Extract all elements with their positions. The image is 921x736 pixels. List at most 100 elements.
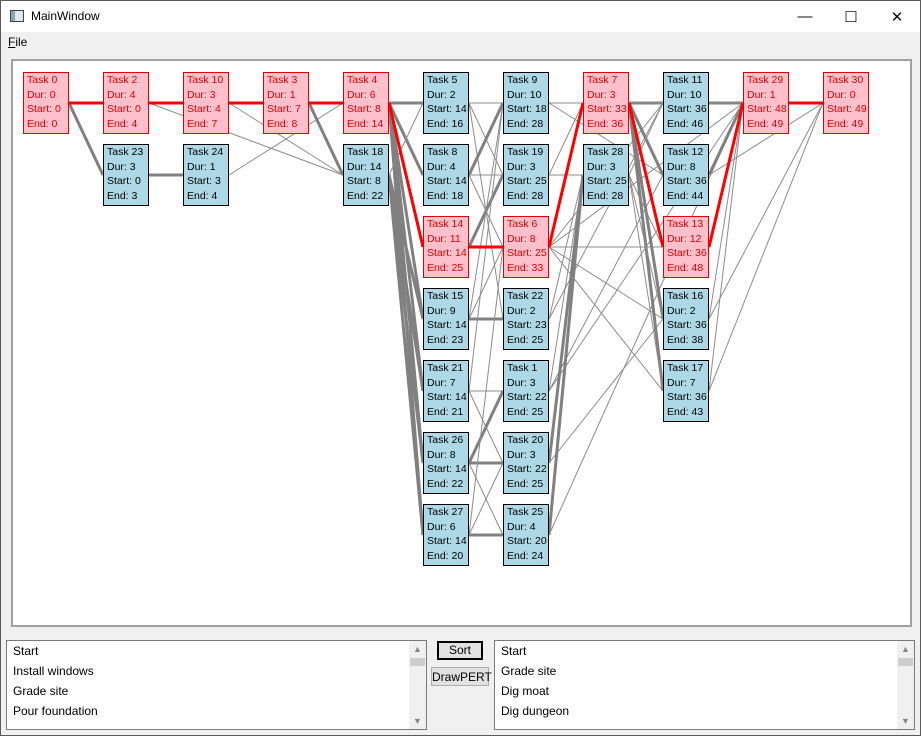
task-label: Task 4 xyxy=(347,74,378,86)
task-start: Start: 14 xyxy=(427,319,467,331)
task-node: Task 26 Dur: 8 Start: 14 End: 22 xyxy=(423,432,469,494)
task-label: Task 26 xyxy=(427,434,464,446)
task-node: Task 16 Dur: 2 Start: 36 End: 38 xyxy=(663,288,709,350)
close-button[interactable]: ✕ xyxy=(874,1,920,32)
task-dur: Dur: 3 xyxy=(587,160,616,173)
task-node: Task 25 Dur: 4 Start: 20 End: 24 xyxy=(503,504,549,566)
task-node: Task 17 Dur: 7 Start: 36 End: 43 xyxy=(663,360,709,422)
task-start: Start: 14 xyxy=(427,463,467,475)
task-dur: Dur: 3 xyxy=(587,88,616,101)
task-start: Start: 8 xyxy=(347,103,381,115)
list-item[interactable]: Dig dungeon xyxy=(495,701,914,721)
task-end: End: 25 xyxy=(427,261,464,274)
scroll-thumb[interactable] xyxy=(410,658,425,666)
task-label: Task 2 xyxy=(107,74,138,86)
sort-button[interactable]: Sort xyxy=(437,641,483,660)
list-item[interactable]: Grade site xyxy=(495,661,914,681)
task-start: Start: 36 xyxy=(667,175,707,187)
task-label: Task 8 xyxy=(427,146,458,158)
task-start: Start: 14 xyxy=(427,103,467,115)
task-node: Task 19 Dur: 3 Start: 25 End: 28 xyxy=(503,144,549,206)
task-label: Task 12 xyxy=(667,146,704,158)
task-label: Task 28 xyxy=(587,146,624,158)
task-start: Start: 25 xyxy=(507,247,547,259)
task-label: Task 10 xyxy=(187,74,224,86)
task-label: Task 17 xyxy=(667,362,704,374)
scroll-up-icon[interactable]: ▲ xyxy=(901,644,910,654)
unsorted-task-list[interactable]: Start Install windows Grade site Pour fo… xyxy=(6,640,427,730)
task-start: Start: 23 xyxy=(507,319,547,331)
title-bar[interactable]: MainWindow — ☐ ✕ xyxy=(1,1,920,32)
task-dur: Dur: 8 xyxy=(427,448,456,461)
menu-bar: File xyxy=(1,32,920,51)
task-start: Start: 0 xyxy=(107,103,141,115)
task-end: End: 33 xyxy=(507,261,544,274)
draw-pert-button[interactable]: DrawPERT xyxy=(431,667,492,686)
sorted-task-list[interactable]: Start Grade site Dig moat Dig dungeon ▲ … xyxy=(494,640,915,730)
task-node: Task 4 Dur: 6 Start: 8 End: 14 xyxy=(343,72,389,134)
scroll-down-icon[interactable]: ▼ xyxy=(901,716,910,726)
task-node: Task 11 Dur: 10 Start: 36 End: 46 xyxy=(663,72,709,134)
task-end: End: 14 xyxy=(347,117,384,130)
task-dur: Dur: 3 xyxy=(187,88,216,101)
task-dur: Dur: 2 xyxy=(507,304,536,317)
task-dur: Dur: 3 xyxy=(107,160,136,173)
task-end: End: 4 xyxy=(107,117,138,130)
task-end: End: 25 xyxy=(507,405,544,418)
task-dur: Dur: 4 xyxy=(427,160,456,173)
list-item[interactable]: Install windows xyxy=(7,661,426,681)
scroll-up-icon[interactable]: ▲ xyxy=(413,644,422,654)
task-node: Task 12 Dur: 8 Start: 36 End: 44 xyxy=(663,144,709,206)
task-node: Task 0 Dur: 0 Start: 0 End: 0 xyxy=(23,72,69,134)
task-dur: Dur: 6 xyxy=(347,88,376,101)
app-window-icon xyxy=(10,10,24,22)
maximize-button[interactable]: ☐ xyxy=(828,1,874,32)
minimize-button[interactable]: — xyxy=(782,1,828,32)
task-start: Start: 25 xyxy=(587,175,627,187)
task-node: Task 10 Dur: 3 Start: 4 End: 7 xyxy=(183,72,229,134)
task-label: Task 19 xyxy=(507,146,544,158)
task-start: Start: 18 xyxy=(507,103,547,115)
task-end: End: 20 xyxy=(427,549,464,562)
task-end: End: 22 xyxy=(347,189,384,202)
task-start: Start: 36 xyxy=(667,319,707,331)
task-node: Task 5 Dur: 2 Start: 14 End: 16 xyxy=(423,72,469,134)
task-dur: Dur: 7 xyxy=(427,376,456,389)
task-start: Start: 14 xyxy=(427,247,467,259)
list-item[interactable]: Start xyxy=(7,641,426,661)
task-label: Task 24 xyxy=(187,146,224,158)
task-end: End: 18 xyxy=(427,189,464,202)
scroll-thumb[interactable] xyxy=(898,658,913,666)
vertical-scrollbar[interactable]: ▲ ▼ xyxy=(409,641,426,729)
task-start: Start: 0 xyxy=(27,103,61,115)
task-end: End: 24 xyxy=(507,549,544,562)
task-end: End: 4 xyxy=(187,189,218,202)
vertical-scrollbar[interactable]: ▲ ▼ xyxy=(897,641,914,729)
task-node: Task 28 Dur: 3 Start: 25 End: 28 xyxy=(583,144,629,206)
task-end: End: 7 xyxy=(187,117,218,130)
task-dur: Dur: 10 xyxy=(667,88,702,101)
task-start: Start: 48 xyxy=(747,103,787,115)
task-start: Start: 25 xyxy=(507,175,547,187)
task-dur: Dur: 3 xyxy=(507,160,536,173)
list-item[interactable]: Start xyxy=(495,641,914,661)
task-label: Task 20 xyxy=(507,434,544,446)
task-node: Task 21 Dur: 7 Start: 14 End: 21 xyxy=(423,360,469,422)
list-item[interactable]: Grade site xyxy=(7,681,426,701)
task-end: End: 0 xyxy=(27,117,58,130)
task-start: Start: 36 xyxy=(667,103,707,115)
list-item[interactable]: Dig moat xyxy=(495,681,914,701)
task-start: Start: 20 xyxy=(507,535,547,547)
task-node: Task 14 Dur: 11 Start: 14 End: 25 xyxy=(423,216,469,278)
task-end: End: 3 xyxy=(107,189,138,202)
window-title: MainWindow xyxy=(31,9,100,23)
list-item[interactable]: Pour foundation xyxy=(7,701,426,721)
task-end: End: 49 xyxy=(827,117,864,130)
scroll-down-icon[interactable]: ▼ xyxy=(413,716,422,726)
menu-file[interactable]: File xyxy=(8,35,27,49)
task-end: End: 25 xyxy=(507,333,544,346)
task-end: End: 28 xyxy=(587,189,624,202)
task-label: Task 29 xyxy=(747,74,784,86)
task-start: Start: 49 xyxy=(827,103,867,115)
task-label: Task 23 xyxy=(107,146,144,158)
